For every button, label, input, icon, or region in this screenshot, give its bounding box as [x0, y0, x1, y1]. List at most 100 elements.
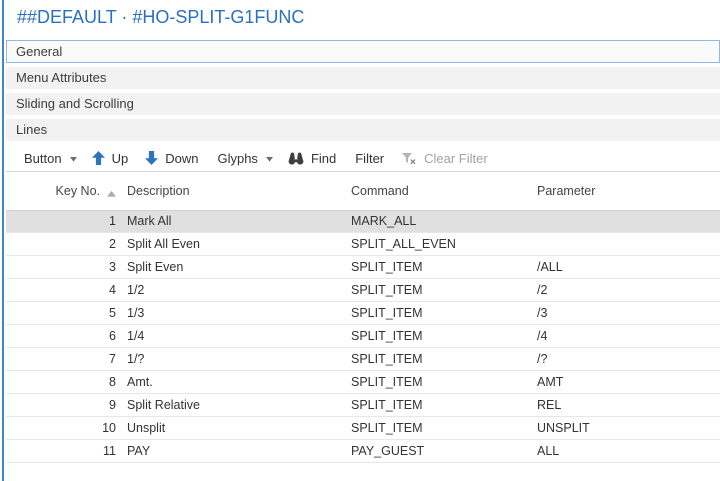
clear-filter-icon [401, 152, 417, 165]
table-header-row: Key No. Description Command Parameter [6, 172, 720, 210]
cell-parameter: UNSPLIT [528, 417, 720, 439]
find-button[interactable]: Find [288, 151, 338, 166]
cell-key-no: 3 [6, 256, 118, 278]
column-header-description[interactable]: Description [118, 184, 342, 198]
column-header-label: Command [351, 184, 409, 198]
cell-description: Amt. [118, 371, 342, 393]
sort-ascending-icon [107, 186, 116, 200]
column-header-label: Description [127, 184, 190, 198]
cell-parameter: AMT [528, 371, 720, 393]
cell-command: SPLIT_ITEM [342, 256, 528, 278]
cell-key-no: 2 [6, 233, 118, 255]
table-row[interactable]: 7 1/? SPLIT_ITEM /? [6, 348, 720, 371]
move-down-label: Down [165, 151, 198, 166]
cell-command: SPLIT_ITEM [342, 348, 528, 370]
section-header-sliding-and-scrolling[interactable]: Sliding and Scrolling [6, 93, 720, 115]
chevron-down-icon [266, 157, 273, 162]
section-header-general[interactable]: General [6, 40, 720, 63]
up-arrow-icon [92, 151, 105, 165]
table-row[interactable]: 6 1/4 SPLIT_ITEM /4 [6, 325, 720, 348]
table-row[interactable]: 11 PAY PAY_GUEST ALL [6, 440, 720, 463]
cell-parameter: /2 [528, 279, 720, 301]
cell-key-no: 4 [6, 279, 118, 301]
page-content: ##DEFAULT · #HO-SPLIT-G1FUNC General Men… [6, 0, 720, 481]
section-label: Lines [16, 122, 47, 137]
button-menu-button[interactable]: Button [22, 151, 77, 166]
table-row[interactable]: 2 Split All Even SPLIT_ALL_EVEN [6, 233, 720, 256]
button-menu-label: Button [24, 151, 62, 166]
cell-key-no: 1 [6, 211, 118, 232]
cell-parameter: /4 [528, 325, 720, 347]
cell-description: 1/3 [118, 302, 342, 324]
cell-description: 1/4 [118, 325, 342, 347]
cell-command: SPLIT_ITEM [342, 417, 528, 439]
table-row[interactable]: 4 1/2 SPLIT_ITEM /2 [6, 279, 720, 302]
clear-filter-button[interactable]: Clear Filter [401, 151, 490, 166]
cell-description: 1/? [118, 348, 342, 370]
cell-description: 1/2 [118, 279, 342, 301]
move-down-button[interactable]: Down [145, 151, 200, 166]
cell-command: SPLIT_ITEM [342, 371, 528, 393]
cell-parameter [528, 211, 720, 232]
cell-description: Split Even [118, 256, 342, 278]
filter-button[interactable]: Filter [353, 151, 386, 166]
column-header-key-no[interactable]: Key No. [6, 183, 118, 200]
cell-key-no: 10 [6, 417, 118, 439]
table-row[interactable]: 10 Unsplit SPLIT_ITEM UNSPLIT [6, 417, 720, 440]
table-row[interactable]: 1 Mark All MARK_ALL [6, 210, 720, 233]
table-row[interactable]: 5 1/3 SPLIT_ITEM /3 [6, 302, 720, 325]
section-header-lines[interactable]: Lines [6, 119, 720, 141]
cell-parameter: ALL [528, 440, 720, 462]
page-title: ##DEFAULT · #HO-SPLIT-G1FUNC [6, 0, 720, 32]
down-arrow-icon [145, 151, 158, 165]
move-up-label: Up [112, 151, 129, 166]
cell-description: Split Relative [118, 394, 342, 416]
cell-command: SPLIT_ITEM [342, 394, 528, 416]
cell-key-no: 6 [6, 325, 118, 347]
clear-filter-label: Clear Filter [424, 151, 488, 166]
cell-parameter: /ALL [528, 256, 720, 278]
table-row[interactable]: 9 Split Relative SPLIT_ITEM REL [6, 394, 720, 417]
lines-toolbar: Button Up Down Glyphs [6, 145, 720, 172]
cell-command: SPLIT_ITEM [342, 325, 528, 347]
cell-command: SPLIT_ALL_EVEN [342, 233, 528, 255]
chevron-down-icon [70, 157, 77, 162]
cell-key-no: 7 [6, 348, 118, 370]
table-body: 1 Mark All MARK_ALL 2 Split All Even SPL… [6, 210, 720, 463]
cell-description: Unsplit [118, 417, 342, 439]
column-header-parameter[interactable]: Parameter [528, 184, 720, 198]
cell-parameter: /3 [528, 302, 720, 324]
cell-parameter: /? [528, 348, 720, 370]
glyphs-menu-button[interactable]: Glyphs [215, 151, 272, 166]
cell-key-no: 5 [6, 302, 118, 324]
cell-command: SPLIT_ITEM [342, 302, 528, 324]
section-header-menu-attributes[interactable]: Menu Attributes [6, 67, 720, 89]
cell-description: Split All Even [118, 233, 342, 255]
cell-command: PAY_GUEST [342, 440, 528, 462]
move-up-button[interactable]: Up [92, 151, 131, 166]
glyphs-menu-label: Glyphs [217, 151, 257, 166]
find-label: Find [311, 151, 336, 166]
cell-parameter: REL [528, 394, 720, 416]
column-header-command[interactable]: Command [342, 184, 528, 198]
cell-key-no: 9 [6, 394, 118, 416]
table-row[interactable]: 8 Amt. SPLIT_ITEM AMT [6, 371, 720, 394]
table-row[interactable]: 3 Split Even SPLIT_ITEM /ALL [6, 256, 720, 279]
section-label: Sliding and Scrolling [16, 96, 134, 111]
filter-label: Filter [355, 151, 384, 166]
cell-key-no: 8 [6, 371, 118, 393]
binoculars-find-icon [288, 152, 304, 165]
section-label: Menu Attributes [16, 70, 106, 85]
fasttab-sections: General Menu Attributes Sliding and Scro… [6, 40, 720, 141]
cell-description: Mark All [118, 211, 342, 232]
section-label: General [16, 44, 62, 59]
cell-parameter [528, 233, 720, 255]
window-left-border [2, 0, 4, 481]
app-window: ##DEFAULT · #HO-SPLIT-G1FUNC General Men… [0, 0, 720, 481]
column-header-label: Key No. [56, 184, 100, 198]
column-header-label: Parameter [537, 184, 595, 198]
cell-description: PAY [118, 440, 342, 462]
cell-key-no: 11 [6, 440, 118, 462]
cell-command: SPLIT_ITEM [342, 279, 528, 301]
cell-command: MARK_ALL [342, 211, 528, 232]
